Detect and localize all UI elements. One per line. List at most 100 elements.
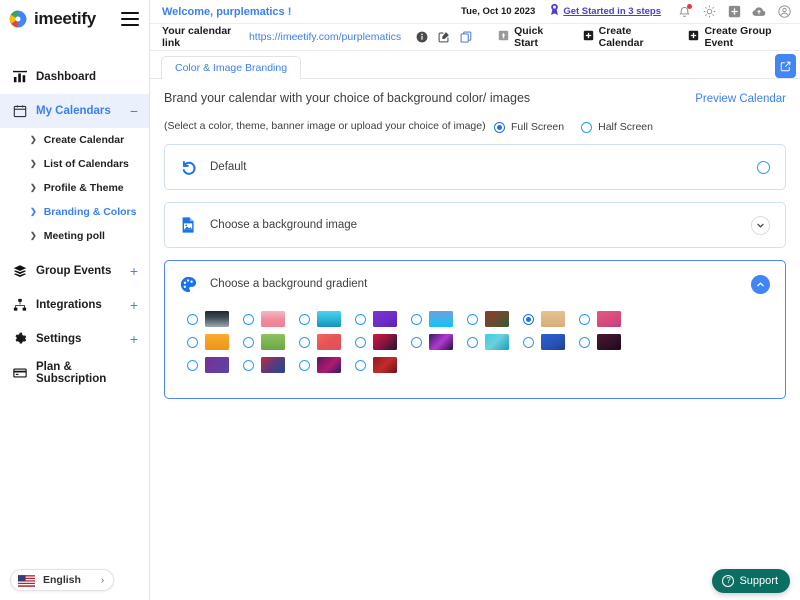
create-group-event-button[interactable]: Create Group Event xyxy=(688,25,788,49)
hamburger-icon[interactable] xyxy=(121,12,139,26)
gradient-radio[interactable] xyxy=(467,313,478,325)
background-image-card[interactable]: Choose a background image xyxy=(164,202,786,249)
gradient-option[interactable] xyxy=(187,334,243,351)
add-square-icon[interactable] xyxy=(727,5,741,19)
gradient-radio[interactable] xyxy=(579,336,590,348)
sidebar-item-dashboard[interactable]: Dashboard xyxy=(0,60,149,94)
gradient-option[interactable] xyxy=(243,311,299,328)
gradient-radio[interactable] xyxy=(411,313,422,325)
gradient-radio[interactable] xyxy=(355,313,366,325)
gradient-option[interactable] xyxy=(355,334,411,351)
sidebar-subitem-list-of-calendars[interactable]: ❯ List of Calendars xyxy=(0,152,149,176)
gradient-swatch[interactable] xyxy=(597,311,621,328)
radio-full-screen[interactable]: Full Screen xyxy=(494,121,564,133)
gradient-swatch[interactable] xyxy=(485,334,509,351)
gradient-option[interactable] xyxy=(523,334,579,351)
language-selector[interactable]: English › xyxy=(10,569,115,591)
sidebar-expand-sign[interactable]: + xyxy=(130,298,138,312)
gradient-swatch[interactable] xyxy=(317,357,341,374)
gradient-radio[interactable] xyxy=(579,313,590,325)
gradient-option[interactable] xyxy=(355,357,411,374)
create-calendar-button[interactable]: Create Calendar xyxy=(583,25,667,49)
gradient-radio[interactable] xyxy=(299,336,310,348)
gradient-radio[interactable] xyxy=(243,313,254,325)
radio-half-screen[interactable]: Half Screen xyxy=(581,121,653,133)
copy-icon[interactable] xyxy=(459,31,472,44)
gradient-radio[interactable] xyxy=(467,336,478,348)
tab-color-image-branding[interactable]: Color & Image Branding xyxy=(161,56,302,79)
gradient-swatch[interactable] xyxy=(205,311,229,328)
gradient-radio[interactable] xyxy=(187,359,198,371)
gradient-radio[interactable] xyxy=(187,336,198,348)
gradient-swatch[interactable] xyxy=(261,334,285,351)
gradient-swatch[interactable] xyxy=(205,357,229,374)
sidebar-item-plan-subscription[interactable]: Plan & Subscription xyxy=(0,356,149,390)
sidebar-item-settings[interactable]: Settings + xyxy=(0,322,149,356)
gradient-swatch[interactable] xyxy=(597,334,621,351)
gradient-option[interactable] xyxy=(523,311,579,328)
gradient-swatch[interactable] xyxy=(373,311,397,328)
background-gradient-card[interactable]: Choose a background gradient xyxy=(164,260,786,400)
gradient-option[interactable] xyxy=(467,334,523,351)
gradient-option[interactable] xyxy=(299,311,355,328)
calendar-link-url[interactable]: https://imeetify.com/purplematics xyxy=(249,31,401,43)
sidebar-subitem-profile-theme[interactable]: ❯ Profile & Theme xyxy=(0,176,149,200)
chevron-down-icon[interactable] xyxy=(751,215,770,235)
gradient-radio[interactable] xyxy=(355,359,366,371)
default-option-card[interactable]: Default xyxy=(164,144,786,191)
info-icon[interactable] xyxy=(415,31,428,44)
gradient-radio[interactable] xyxy=(523,313,534,325)
get-started-link[interactable]: Get Started in 3 steps xyxy=(549,3,661,21)
gradient-swatch[interactable] xyxy=(261,357,285,374)
sidebar-subitem-create-calendar[interactable]: ❯ Create Calendar xyxy=(0,128,149,152)
gradient-swatch[interactable] xyxy=(317,311,341,328)
gradient-swatch[interactable] xyxy=(373,334,397,351)
notification-bell-icon[interactable] xyxy=(677,3,692,19)
brightness-sun-icon[interactable] xyxy=(702,5,716,19)
edit-square-icon[interactable] xyxy=(437,31,450,44)
chevron-up-icon[interactable] xyxy=(751,274,770,294)
sidebar-item-group-events[interactable]: Group Events + xyxy=(0,254,149,288)
gradient-swatch[interactable] xyxy=(205,334,229,351)
sidebar-collapse-sign[interactable]: − xyxy=(130,104,138,118)
gradient-radio[interactable] xyxy=(243,359,254,371)
gradient-option[interactable] xyxy=(355,311,411,328)
sidebar-expand-sign[interactable]: + xyxy=(130,332,138,346)
gradient-swatch[interactable] xyxy=(541,311,565,328)
quick-start-button[interactable]: Quick Start xyxy=(498,25,561,49)
sidebar-item-my-calendars[interactable]: My Calendars − xyxy=(0,94,149,128)
preview-calendar-link[interactable]: Preview Calendar xyxy=(695,93,786,105)
default-card-radio[interactable] xyxy=(757,160,770,174)
gradient-option[interactable] xyxy=(411,334,467,351)
gradient-swatch[interactable] xyxy=(485,311,509,328)
gradient-swatch[interactable] xyxy=(429,334,453,351)
gradient-option[interactable] xyxy=(299,334,355,351)
gradient-option[interactable] xyxy=(579,311,635,328)
gradient-option[interactable] xyxy=(467,311,523,328)
gradient-swatch[interactable] xyxy=(429,311,453,328)
user-account-icon[interactable] xyxy=(777,5,791,19)
sidebar-subitem-meeting-poll[interactable]: ❯ Meeting poll xyxy=(0,224,149,248)
gradient-option[interactable] xyxy=(187,311,243,328)
gradient-radio[interactable] xyxy=(299,359,310,371)
gradient-radio[interactable] xyxy=(523,336,534,348)
gradient-radio[interactable] xyxy=(243,336,254,348)
gradient-option[interactable] xyxy=(243,334,299,351)
gradient-option[interactable] xyxy=(243,357,299,374)
sidebar-expand-sign[interactable]: + xyxy=(130,264,138,278)
gradient-swatch[interactable] xyxy=(373,357,397,374)
gradient-swatch[interactable] xyxy=(261,311,285,328)
gradient-radio[interactable] xyxy=(187,313,198,325)
support-button[interactable]: ? Support xyxy=(712,569,790,593)
gradient-radio[interactable] xyxy=(411,336,422,348)
edit-pencil-square-icon[interactable] xyxy=(775,54,796,78)
gradient-option[interactable] xyxy=(187,357,243,374)
sidebar-subitem-branding-colors[interactable]: ❯ Branding & Colors xyxy=(0,200,149,224)
gradient-swatch[interactable] xyxy=(541,334,565,351)
gradient-option[interactable] xyxy=(579,334,635,351)
gradient-radio[interactable] xyxy=(299,313,310,325)
gradient-option[interactable] xyxy=(299,357,355,374)
gradient-option[interactable] xyxy=(411,311,467,328)
sidebar-item-integrations[interactable]: Integrations + xyxy=(0,288,149,322)
gradient-swatch[interactable] xyxy=(317,334,341,351)
